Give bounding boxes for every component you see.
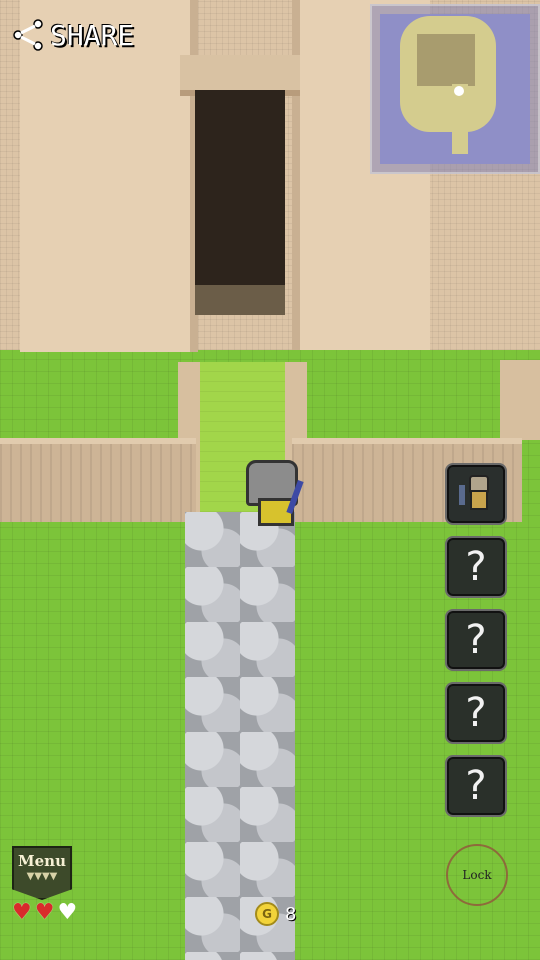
menu-label: Menu bbox=[18, 852, 66, 870]
coin-count: 8 bbox=[285, 903, 297, 925]
player-character bbox=[244, 460, 304, 526]
castle-doorway bbox=[195, 90, 285, 315]
hero-portrait-icon bbox=[459, 475, 493, 513]
inventory-slots: ? ? ? ? bbox=[445, 463, 507, 828]
share-label: SHARE bbox=[50, 18, 135, 52]
menu-chevrons-icon: ▼▼▼▼ bbox=[26, 871, 58, 882]
inventory-slot-locked[interactable]: ? bbox=[445, 536, 507, 598]
coin-icon: G bbox=[255, 902, 279, 926]
menu-button[interactable]: Menu ▼▼▼▼ bbox=[12, 846, 72, 900]
health-hearts: ♥ ♥ ♥ bbox=[12, 902, 77, 924]
coin-counter: G 8 bbox=[255, 902, 296, 926]
lock-label: Lock bbox=[462, 868, 492, 882]
question-mark-icon: ? bbox=[465, 690, 487, 736]
inventory-slot-hero[interactable] bbox=[445, 463, 507, 525]
lock-button[interactable]: Lock bbox=[446, 844, 508, 906]
share-button[interactable]: SHARE bbox=[10, 12, 134, 58]
heart-full-icon: ♥ bbox=[12, 900, 32, 925]
inventory-slot-locked[interactable]: ? bbox=[445, 609, 507, 671]
heart-empty-icon: ♥ bbox=[57, 900, 78, 925]
wall-far-right bbox=[500, 360, 540, 440]
stone-wall-left bbox=[0, 438, 196, 522]
share-icon bbox=[13, 19, 43, 51]
question-mark-icon: ? bbox=[465, 544, 487, 590]
question-mark-icon: ? bbox=[465, 763, 487, 809]
inventory-slot-locked[interactable]: ? bbox=[445, 755, 507, 817]
inventory-slot-locked[interactable]: ? bbox=[445, 682, 507, 744]
question-mark-icon: ? bbox=[465, 617, 487, 663]
cobblestone-path bbox=[185, 512, 295, 960]
heart-full-icon: ♥ bbox=[34, 900, 55, 925]
minimap[interactable] bbox=[370, 4, 540, 174]
minimap-player-marker bbox=[454, 86, 464, 96]
